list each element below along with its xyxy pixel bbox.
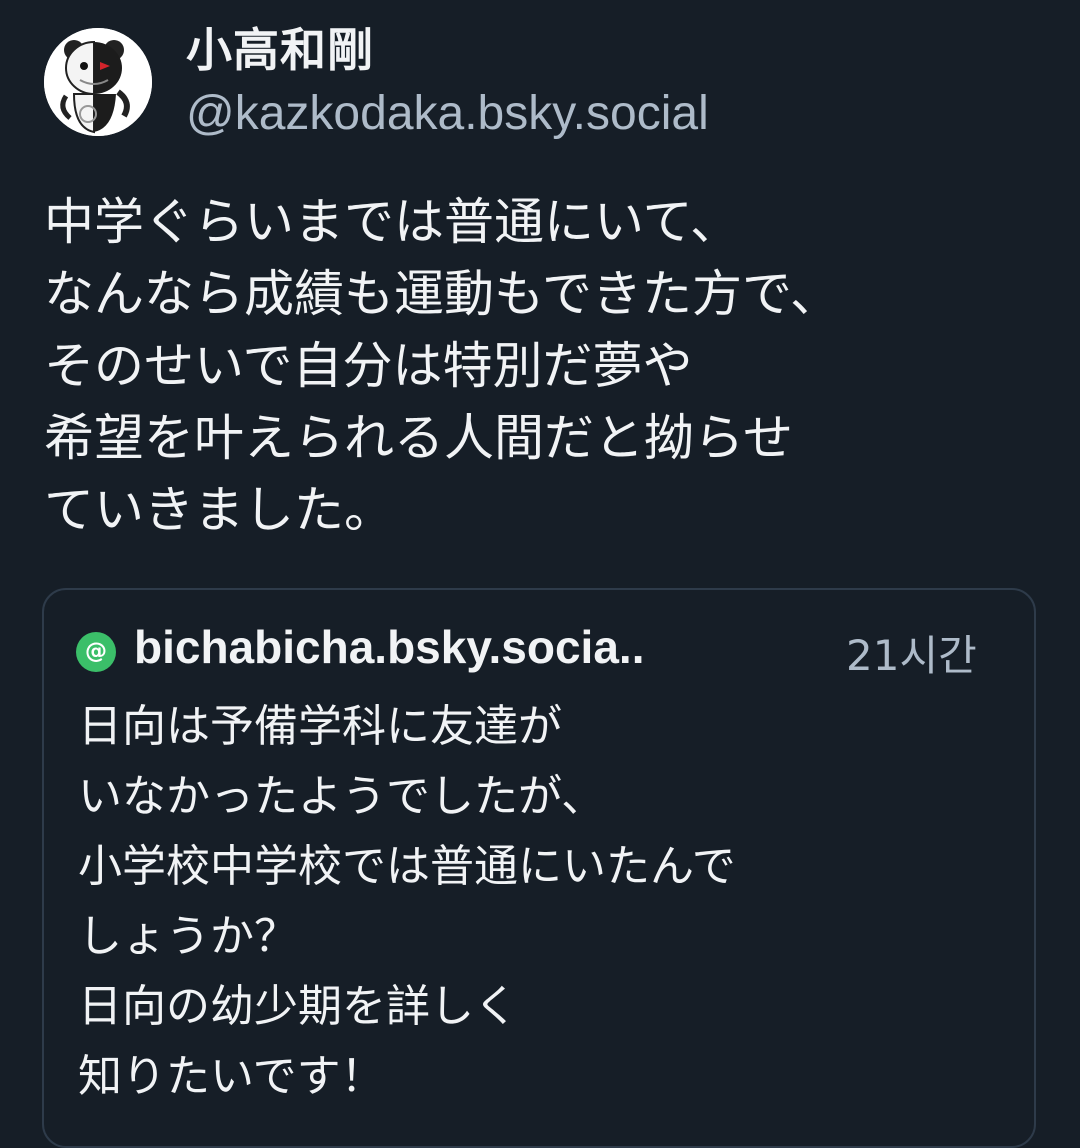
quoted-text-line: いなかったようでしたが、 bbox=[78, 771, 606, 822]
quoted-text-line: 日向は予備学科に友達が bbox=[78, 701, 562, 752]
quoted-text-line: しょうか？ bbox=[78, 911, 298, 962]
post: 小高和剛 @kazkodaka.bsky.social 中学ぐらいまでは普通にい… bbox=[0, 0, 1080, 1148]
post-text-line: そのせいで自分は特別だ夢や bbox=[44, 337, 693, 395]
post-text: 中学ぐらいまでは普通にいて、 なんなら成績も運動もできた方で、 そのせいで自分は… bbox=[44, 186, 1054, 546]
quoted-author-avatar-icon[interactable]: @ bbox=[76, 632, 116, 672]
post-text-line: 中学ぐらいまでは普通にいて、 bbox=[44, 193, 740, 251]
quoted-text-line: 日向の幼少期を詳しく bbox=[78, 981, 518, 1032]
author-avatar[interactable] bbox=[44, 28, 152, 136]
quoted-post-text: 日向は予備学科に友達が いなかったようでしたが、 小学校中学校では普通にいたんで… bbox=[78, 692, 1018, 1112]
author-handle[interactable]: @kazkodaka.bsky.social bbox=[186, 86, 709, 141]
monokuma-avatar-icon bbox=[44, 28, 152, 136]
quoted-author-handle[interactable]: bichabicha.bsky.socia.. bbox=[134, 620, 644, 674]
post-text-line: ていきました。 bbox=[44, 481, 394, 539]
author-name[interactable]: 小高和剛 bbox=[186, 14, 374, 80]
quoted-post-card[interactable]: @ bichabicha.bsky.socia.. 21시간 日向は予備学科に友… bbox=[42, 588, 1036, 1148]
post-text-line: 希望を叶えられる人間だと拗らせ bbox=[44, 409, 793, 467]
quoted-post-timestamp: 21시간 bbox=[846, 631, 977, 680]
post-text-line: なんなら成績も運動もできた方で、 bbox=[44, 265, 840, 323]
quoted-text-line: 知りたいです！ bbox=[78, 1051, 385, 1102]
quoted-post-header: @ bichabicha.bsky.socia.. 21시간 bbox=[76, 620, 1016, 680]
quoted-text-line: 小学校中学校では普通にいたんで bbox=[78, 841, 736, 892]
